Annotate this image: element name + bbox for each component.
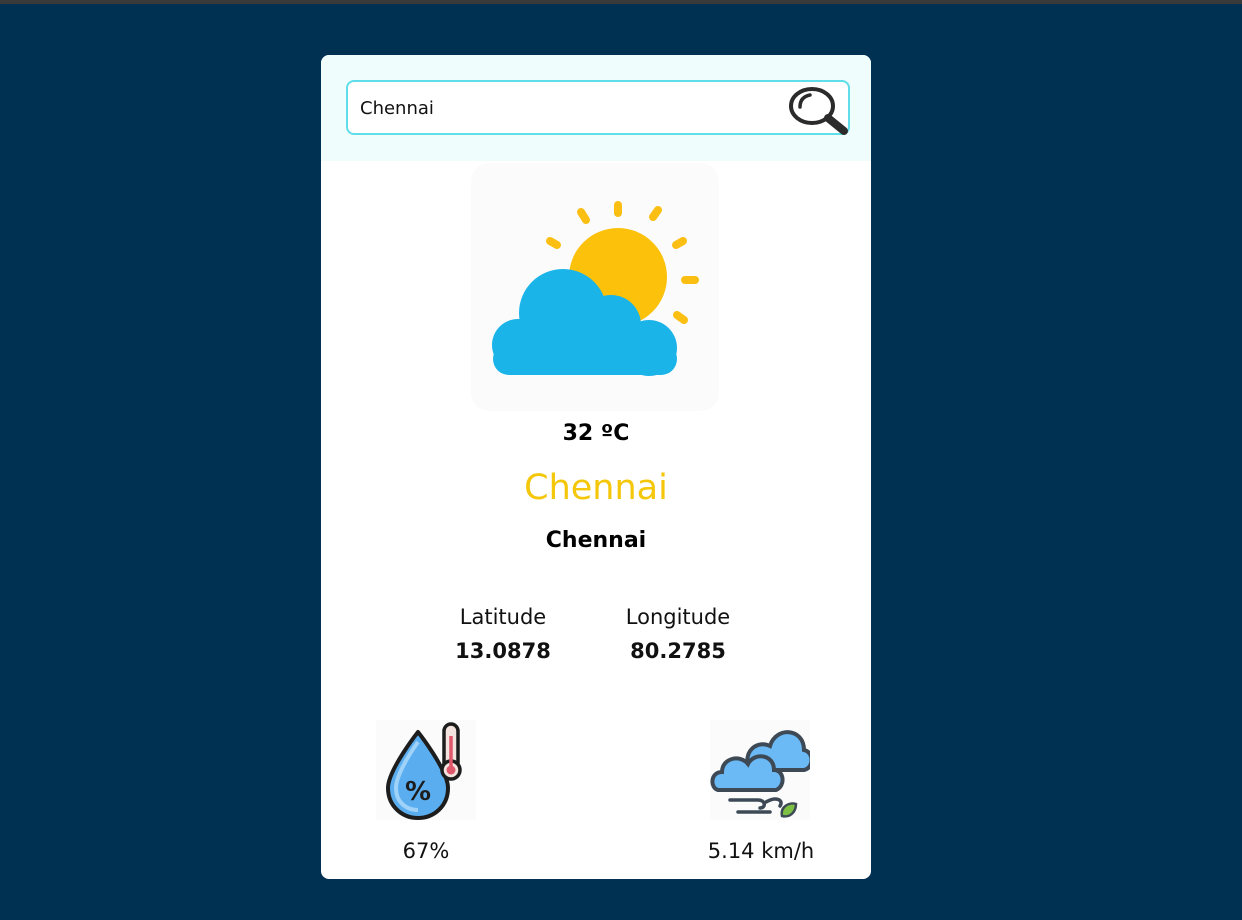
search-icon[interactable] — [786, 85, 850, 135]
humidity-icon: % — [376, 720, 476, 820]
longitude-label: Longitude — [625, 605, 731, 629]
search-area — [321, 55, 871, 161]
wind-icon — [710, 720, 814, 820]
location-name: Chennai — [545, 528, 647, 553]
partly-cloudy-icon — [471, 163, 719, 411]
weather-card: 32 ºC Chennai Chennai Latitude 13.0878 L… — [321, 55, 871, 879]
wind-value: 5.14 km/h — [707, 839, 815, 863]
search-box — [346, 80, 850, 135]
svg-text:%: % — [405, 777, 431, 807]
search-input[interactable] — [360, 94, 780, 122]
latitude-block: Latitude 13.0878 — [423, 605, 583, 663]
humidity-value: 67% — [402, 839, 450, 863]
longitude-block: Longitude 80.2785 — [598, 605, 758, 663]
latitude-label: Latitude — [459, 605, 547, 629]
longitude-value: 80.2785 — [630, 639, 726, 663]
temperature: 32 ºC — [562, 421, 630, 446]
city-name: Chennai — [524, 468, 668, 508]
latitude-value: 13.0878 — [455, 639, 551, 663]
browser-top-strip — [0, 0, 1242, 4]
